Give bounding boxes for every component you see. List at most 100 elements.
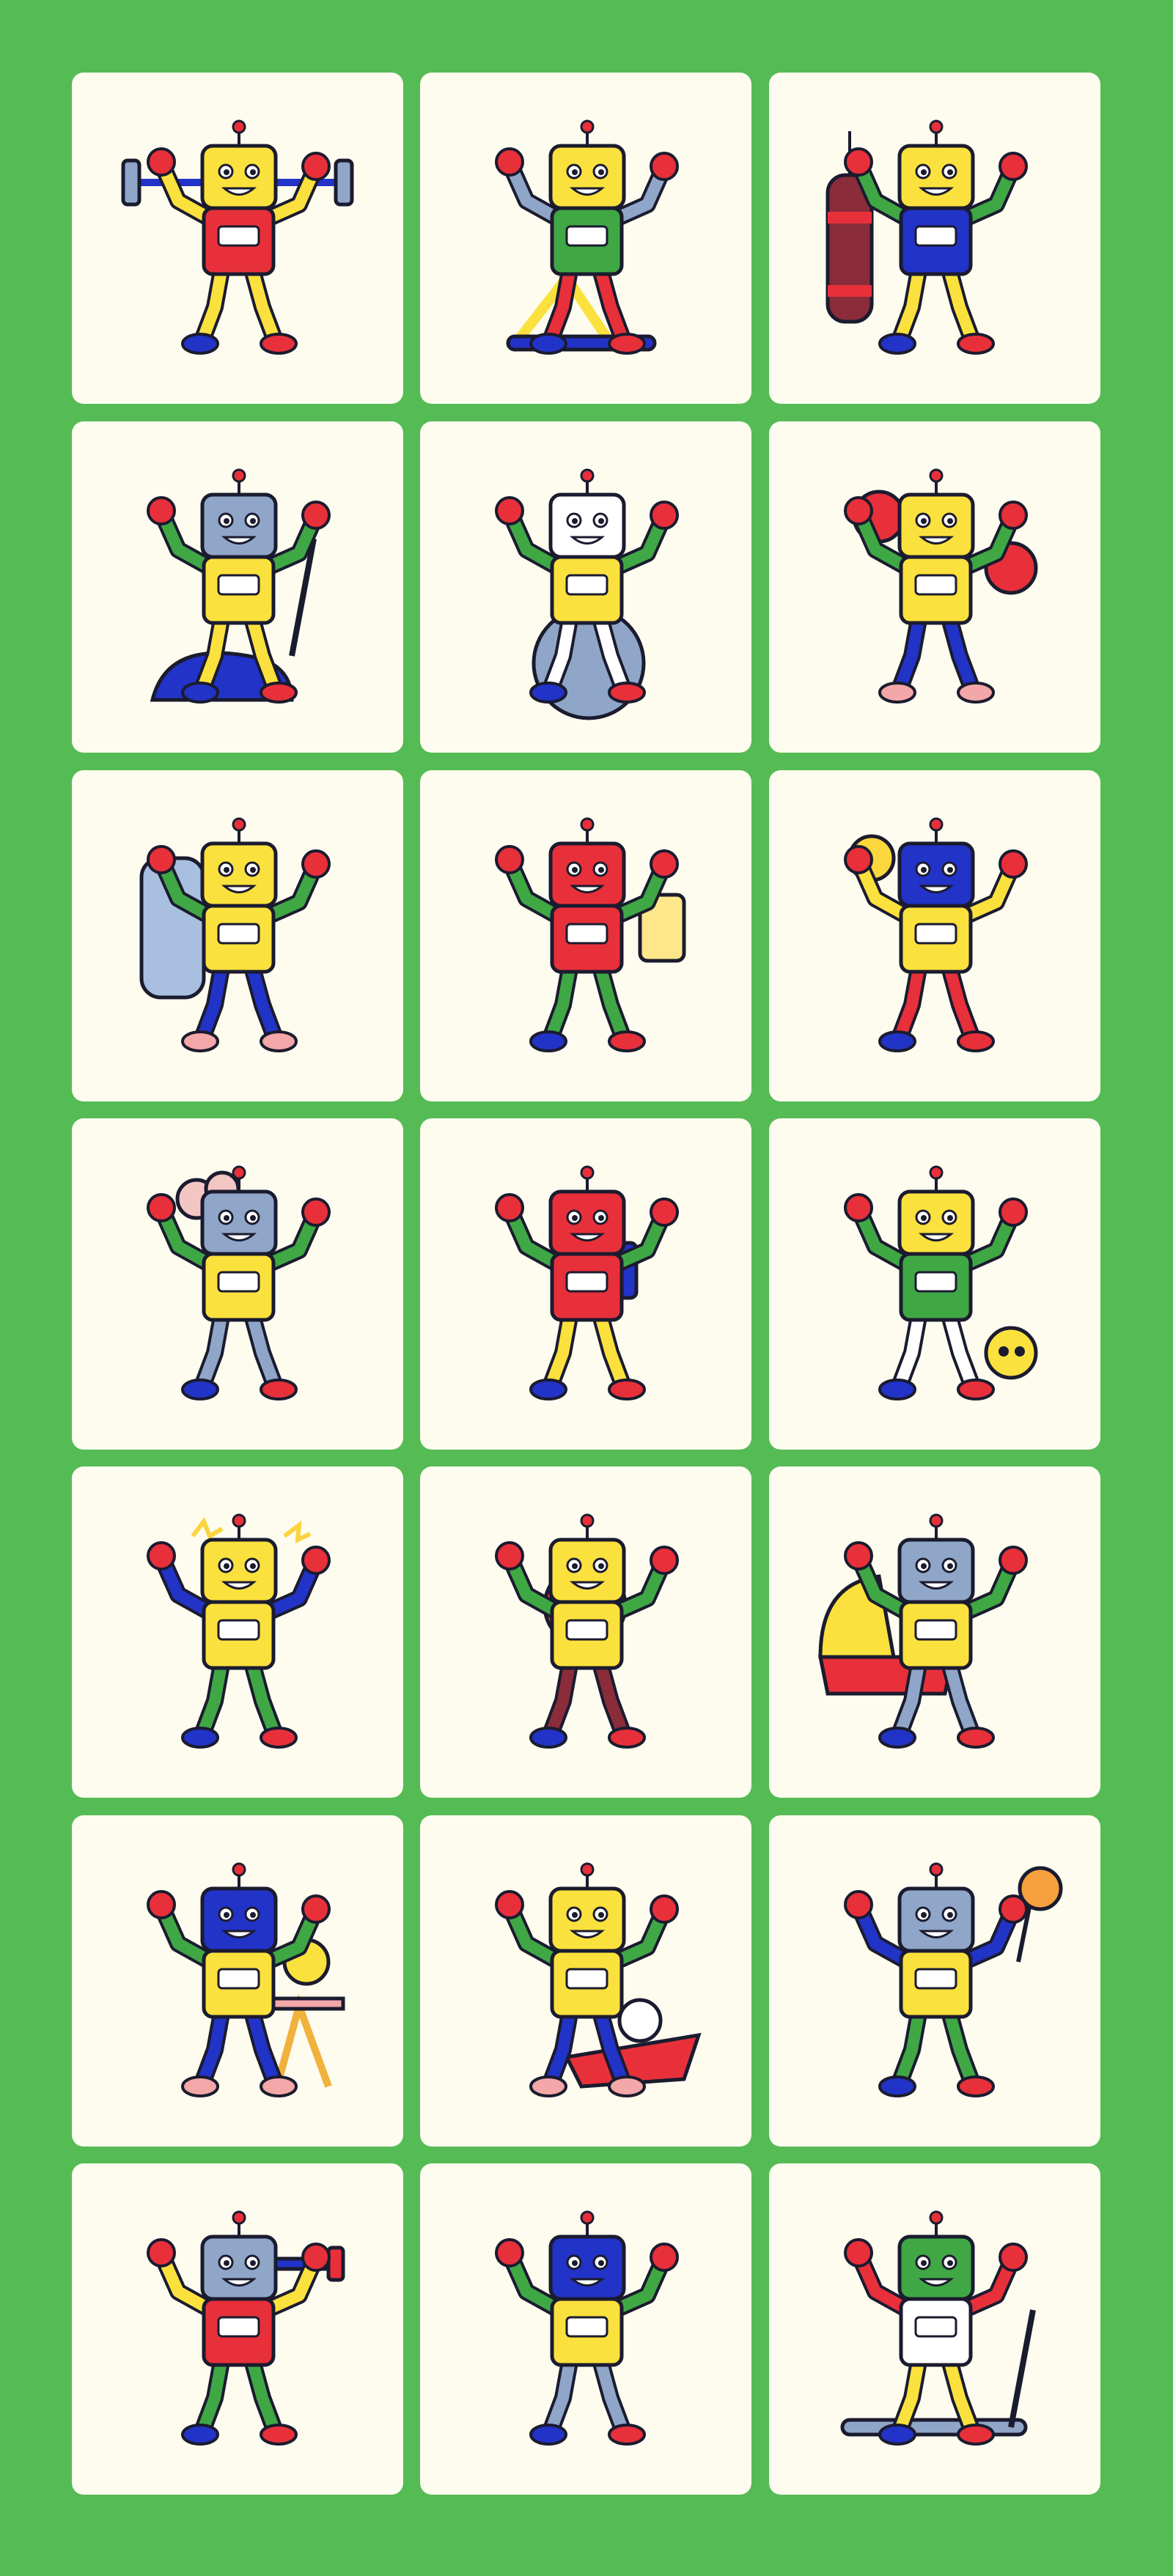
robot-head (200, 492, 278, 559)
robot-hand (495, 1890, 524, 1919)
robot-foot (181, 2075, 219, 2097)
illustration-card[interactable] (72, 770, 403, 1101)
small-robot (984, 1326, 1038, 1380)
robot-head (548, 492, 626, 559)
robot-head (897, 1538, 975, 1604)
illustration-card[interactable] (769, 1118, 1100, 1450)
robot-chest-panel (565, 1271, 608, 1293)
robot-hand (844, 147, 873, 177)
robot-chest-panel (914, 1619, 957, 1641)
robot-hand (147, 147, 176, 177)
robot-lightbulb-idea-icon (844, 817, 1028, 1052)
robot-head (200, 841, 278, 908)
robot-overheated-icon (147, 1165, 331, 1400)
robot-hand (495, 1541, 524, 1571)
robot-hand (650, 152, 679, 181)
robot-antenna (232, 119, 246, 134)
robot-hand (999, 152, 1028, 181)
robot-hand (999, 849, 1028, 879)
robot-foot (957, 2424, 995, 2446)
robot-feeding-baby-icon (147, 1862, 345, 2097)
illustration-card[interactable] (72, 1118, 403, 1450)
robot-foot (878, 1379, 916, 1400)
robot-punching-bag-icon (825, 119, 1028, 355)
robot-hand (650, 1197, 679, 1227)
robot-hand (999, 1894, 1028, 1924)
robot-baby-cradle-icon (817, 1513, 1028, 1749)
robot-weightlifting-barbell-icon (121, 119, 354, 355)
illustration-card[interactable] (72, 1815, 403, 2147)
robot-foot (529, 333, 567, 355)
robot-head (897, 2234, 975, 2301)
robot-juice-thumbs-up-icon (495, 817, 686, 1052)
robot-foot (260, 1379, 298, 1400)
robot-chest-panel (217, 923, 260, 945)
illustration-card[interactable] (420, 2163, 751, 2495)
robot-hand (495, 845, 524, 874)
illustration-card[interactable] (420, 1815, 751, 2147)
robot-hand (999, 501, 1028, 530)
illustration-card[interactable] (420, 770, 751, 1101)
illustration-card[interactable] (769, 2163, 1100, 2495)
illustration-card[interactable] (420, 421, 751, 753)
robot-hand (999, 1546, 1028, 1575)
robot-antenna (232, 468, 246, 483)
robot-head (897, 1189, 975, 1256)
robot-foot (181, 2424, 219, 2446)
robot-antenna (929, 1513, 944, 1528)
robot-dumbbell-icon (147, 2210, 345, 2446)
illustration-card[interactable] (72, 1466, 403, 1798)
robot-baby-rattle-icon (844, 1862, 1063, 2097)
robot-head (897, 144, 975, 210)
robot-antenna (232, 817, 246, 832)
illustration-card[interactable] (420, 1118, 751, 1450)
robot-exercise-bike-icon (147, 468, 331, 704)
robot-foot (529, 682, 567, 704)
robot-head (548, 2234, 626, 2301)
illustration-card[interactable] (72, 73, 403, 404)
robot-chest-panel (914, 574, 957, 596)
robot-chest-panel (565, 225, 608, 247)
robot-hand (844, 1541, 873, 1571)
robot-chest-panel (565, 1619, 608, 1641)
robot-hand (301, 849, 331, 879)
robot-head (548, 1189, 626, 1256)
robot-hand (147, 1890, 176, 1919)
treadmill-belt (840, 2418, 1028, 2437)
robot-foot (608, 2424, 646, 2446)
robot-hand (147, 2238, 176, 2267)
illustration-card[interactable] (769, 1815, 1100, 2147)
robot-antenna (232, 1513, 246, 1528)
robot-foot (529, 1379, 567, 1400)
illustration-card[interactable] (420, 1466, 751, 1798)
robot-foot (608, 1030, 646, 1052)
illustration-card[interactable] (769, 1466, 1100, 1798)
illustration-card[interactable] (72, 421, 403, 753)
robot-antenna (580, 1165, 595, 1180)
illustration-card[interactable] (420, 73, 751, 404)
robot-hand (495, 496, 524, 525)
robot-head (200, 144, 278, 210)
robot-chest-panel (217, 2316, 260, 2338)
robot-hand (650, 1546, 679, 1575)
robot-head (200, 1189, 278, 1256)
illustration-card[interactable] (769, 421, 1100, 753)
robot-foot (957, 1379, 995, 1400)
robot-hand (301, 501, 331, 530)
robot-chest-panel (565, 2316, 608, 2338)
robot-chest-panel (914, 1968, 957, 1990)
illustration-card[interactable] (769, 73, 1100, 404)
robot-hand (147, 845, 176, 874)
robot-head (200, 1886, 278, 1953)
illustration-grid (0, 0, 1173, 2576)
robot-hand (844, 2238, 873, 2267)
robot-foot (529, 1727, 567, 1749)
robot-chest-panel (914, 2316, 957, 2338)
robot-foot (181, 1030, 219, 1052)
robot-antenna (929, 2210, 944, 2225)
robot-foot (878, 682, 916, 704)
robot-chest-panel (565, 574, 608, 596)
illustration-card[interactable] (72, 2163, 403, 2495)
illustration-card[interactable] (769, 770, 1100, 1101)
robot-antenna (232, 1165, 246, 1180)
